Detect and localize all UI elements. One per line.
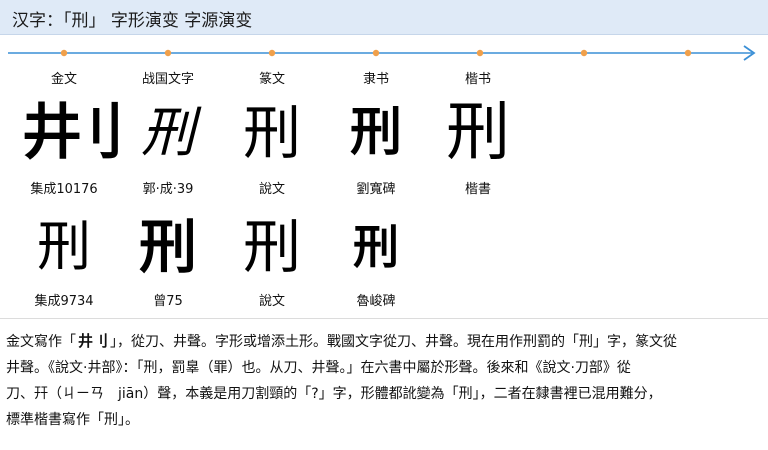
glyph-zhuanwen-2: 刑 xyxy=(242,213,301,281)
glyph-kaishu-1: 刑 xyxy=(446,96,510,170)
glyph-source: 說文 xyxy=(258,182,285,197)
glyph-lishu-2: 刑 xyxy=(353,220,399,274)
glyph-zhuanwen-1: 刑 xyxy=(242,99,301,167)
glyph-source: 集成10176 xyxy=(30,182,98,197)
glyph-source: 曾75 xyxy=(153,294,183,309)
timeline-marker xyxy=(476,49,484,57)
era-label-zhuanwen: 篆文 xyxy=(258,72,285,87)
inline-glyph: 井刂 xyxy=(78,332,109,350)
page-title: 汉字：「刑」 字形演变 字源演变 xyxy=(12,11,253,31)
description-text: 金文寫作「 井刂 」，從刀、井聲。字形或增添土形。戰國文字從刀、井聲。現在用作刑罰的… xyxy=(6,328,762,433)
description-line-4: 標準楷書寫作「刑」。 xyxy=(6,412,139,428)
era-label-zhanguo: 战国文字 xyxy=(141,72,194,87)
description-line-1: 金文寫作「 井刂 」，從刀、井聲。字形或增添土形。戰國文字從刀、井聲。現在用作刑罰的… xyxy=(6,328,762,355)
glyph-jinwen-2: 刑 xyxy=(37,215,91,278)
glyph-jinwen-1: 井刂 xyxy=(22,98,124,168)
evolution-timeline xyxy=(8,45,756,61)
timeline-marker xyxy=(580,49,588,57)
timeline-marker xyxy=(164,49,172,57)
section-divider xyxy=(0,318,768,319)
glyph-zhanguo-2: 刑 xyxy=(138,213,197,281)
glyph-source: 說文 xyxy=(258,294,285,309)
page-header: 汉字：「刑」 字形演变 字源演变 xyxy=(0,0,768,35)
description-line-2: 井聲。《說文·井部》：「刑，罰辠（罪）也。从刀、井聲。」在六書中屬於形聲。後來和… xyxy=(6,360,631,376)
glyph-source: 劉寬碑 xyxy=(356,182,396,197)
glyph-source: 郭·成·39 xyxy=(142,182,194,197)
era-label-lishu: 隶书 xyxy=(362,72,389,87)
glyph-source: 集成9734 xyxy=(34,294,94,309)
timeline-marker xyxy=(372,49,380,57)
glyph-lishu-1: 刑 xyxy=(349,103,402,163)
description-line-3: 刀、幵（ㄐㄧㄢ jiān）聲，本義是用刀割頸的「?」字，形體都訛變為「刑」，二者… xyxy=(6,386,662,402)
glyph-zhanguo-1: 刑 xyxy=(141,101,195,164)
glyph-source: 楷書 xyxy=(464,182,491,197)
glyph-source: 魯峻碑 xyxy=(356,294,396,309)
era-label-kaishu: 楷书 xyxy=(464,72,491,87)
era-label-jinwen: 金文 xyxy=(50,72,77,87)
timeline-marker xyxy=(60,49,68,57)
timeline-marker xyxy=(268,49,276,57)
timeline-marker xyxy=(684,49,692,57)
